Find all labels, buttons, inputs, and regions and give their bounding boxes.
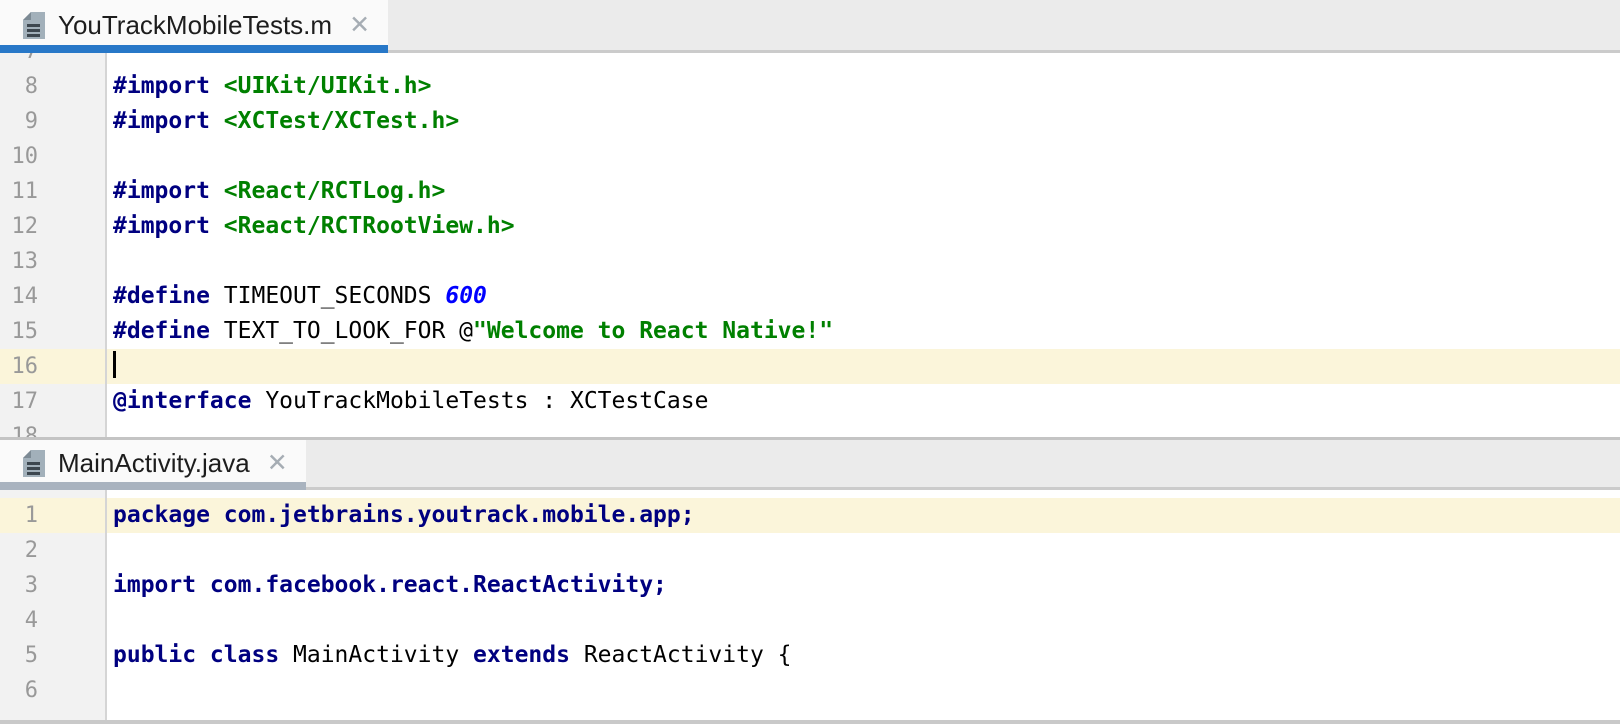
code-line[interactable]: 4 — [0, 603, 1620, 638]
code-token: public class — [113, 642, 293, 668]
code-token: YouTrackMobileTests : XCTestCase — [265, 388, 708, 414]
code-token: <React/RCTLog.h> — [224, 178, 446, 204]
code-token: ReactActivity { — [584, 642, 792, 668]
file-icon — [23, 12, 45, 39]
line-number[interactable]: 10 — [0, 139, 107, 174]
code-line[interactable]: 14#define TIMEOUT_SECONDS 600 — [0, 279, 1620, 314]
editor-tab[interactable]: YouTrackMobileTests.m ✕ — [0, 0, 388, 53]
line-number[interactable]: 14 — [0, 279, 107, 314]
file-icon-lines — [27, 462, 40, 465]
code-text[interactable]: package com.jetbrains.youtrack.mobile.ap… — [107, 498, 1620, 533]
code-text[interactable]: @interface YouTrackMobileTests : XCTestC… — [107, 384, 1620, 419]
code-token: #import — [113, 108, 224, 134]
code-line[interactable]: 11#import <React/RCTLog.h> — [0, 174, 1620, 209]
code-token: MainActivity — [293, 642, 473, 668]
code-text[interactable]: #define TEXT_TO_LOOK_FOR @"Welcome to Re… — [107, 314, 1620, 349]
code-token: #import — [113, 178, 224, 204]
code-text[interactable] — [107, 533, 1620, 568]
code-line[interactable]: 17@interface YouTrackMobileTests : XCTes… — [0, 384, 1620, 419]
tab-title: YouTrackMobileTests.m — [58, 10, 332, 41]
line-number[interactable]: 16 — [0, 349, 107, 384]
line-number[interactable]: 9 — [0, 104, 107, 139]
code-token: <XCTest/XCTest.h> — [224, 108, 459, 134]
pane-splitter[interactable] — [0, 437, 1620, 440]
code-line[interactable]: 1package com.jetbrains.youtrack.mobile.a… — [0, 498, 1620, 533]
window-bottom-edge — [0, 720, 1620, 724]
code-token: 600 — [445, 283, 487, 309]
code-text[interactable]: public class MainActivity extends ReactA… — [107, 638, 1620, 673]
code-line[interactable]: 9#import <XCTest/XCTest.h> — [0, 104, 1620, 139]
code-token: #import — [113, 213, 224, 239]
line-number[interactable]: 17 — [0, 384, 107, 419]
code-token: @interface — [113, 388, 265, 414]
code-line[interactable]: 8#import <UIKit/UIKit.h> — [0, 69, 1620, 104]
text-caret — [113, 351, 116, 378]
line-number[interactable]: 7 — [0, 53, 107, 69]
code-line[interactable]: 6 — [0, 673, 1620, 708]
code-text[interactable]: #import <React/RCTLog.h> — [107, 174, 1620, 209]
line-number[interactable]: 4 — [0, 603, 107, 638]
code-text[interactable] — [107, 53, 1620, 69]
code-token: TIMEOUT_SECONDS — [224, 283, 446, 309]
line-number[interactable]: 6 — [0, 673, 107, 708]
file-icon-lines — [27, 24, 40, 27]
close-icon[interactable]: ✕ — [267, 451, 288, 476]
code-line[interactable]: 2 — [0, 533, 1620, 568]
code-line[interactable]: 7 — [0, 53, 1620, 69]
code-token: package com.jetbrains.youtrack.mobile.ap… — [113, 502, 695, 528]
code-token: <React/RCTRootView.h> — [224, 213, 515, 239]
code-text[interactable]: #import <UIKit/UIKit.h> — [107, 69, 1620, 104]
code-token: #import — [113, 73, 224, 99]
code-text[interactable] — [107, 139, 1620, 174]
code-line[interactable]: 3import com.facebook.react.ReactActivity… — [0, 568, 1620, 603]
close-icon[interactable]: ✕ — [349, 13, 370, 38]
code-lines: 1package com.jetbrains.youtrack.mobile.a… — [0, 498, 1620, 708]
line-number[interactable]: 11 — [0, 174, 107, 209]
code-token: import com.facebook.react.ReactActivity; — [113, 572, 667, 598]
code-text[interactable]: import com.facebook.react.ReactActivity; — [107, 568, 1620, 603]
code-text[interactable]: #define TIMEOUT_SECONDS 600 — [107, 279, 1620, 314]
code-line[interactable]: 12#import <React/RCTRootView.h> — [0, 209, 1620, 244]
code-token: "Welcome to React Native!" — [473, 318, 833, 344]
line-number[interactable]: 2 — [0, 533, 107, 568]
line-number[interactable]: 5 — [0, 638, 107, 673]
active-tab-underline — [0, 482, 306, 490]
active-tab-underline — [0, 45, 388, 53]
file-icon — [23, 450, 45, 477]
code-token: #define — [113, 283, 224, 309]
code-line[interactable]: 10 — [0, 139, 1620, 174]
code-line[interactable]: 15#define TEXT_TO_LOOK_FOR @"Welcome to … — [0, 314, 1620, 349]
tab-title: MainActivity.java — [58, 448, 250, 479]
code-text[interactable]: #import <XCTest/XCTest.h> — [107, 104, 1620, 139]
tab-bar-top: YouTrackMobileTests.m ✕ — [0, 0, 1620, 53]
code-line[interactable]: 18 — [0, 419, 1620, 437]
code-line[interactable]: 5public class MainActivity extends React… — [0, 638, 1620, 673]
editor-tab[interactable]: MainActivity.java ✕ — [0, 440, 306, 490]
editor-pane-bottom: MainActivity.java ✕ 1package com.jetbrai… — [0, 440, 1620, 724]
code-lines: 78#import <UIKit/UIKit.h>9#import <XCTes… — [0, 53, 1620, 437]
line-number[interactable]: 15 — [0, 314, 107, 349]
line-number[interactable]: 12 — [0, 209, 107, 244]
tab-bar-bottom: MainActivity.java ✕ — [0, 440, 1620, 490]
code-token: #define — [113, 318, 224, 344]
code-text[interactable] — [107, 244, 1620, 279]
code-text[interactable]: #import <React/RCTRootView.h> — [107, 209, 1620, 244]
line-number[interactable]: 3 — [0, 568, 107, 603]
editor-pane-top: YouTrackMobileTests.m ✕ 78#import <UIKit… — [0, 0, 1620, 437]
code-line[interactable]: 13 — [0, 244, 1620, 279]
code-token: extends — [473, 642, 584, 668]
code-editor[interactable]: 1package com.jetbrains.youtrack.mobile.a… — [0, 490, 1620, 724]
code-editor[interactable]: 78#import <UIKit/UIKit.h>9#import <XCTes… — [0, 53, 1620, 437]
code-token: TEXT_TO_LOOK_FOR @ — [224, 318, 473, 344]
code-line[interactable]: 16 — [0, 349, 1620, 384]
code-text[interactable] — [107, 419, 1620, 437]
code-text[interactable] — [107, 603, 1620, 638]
line-number[interactable]: 13 — [0, 244, 107, 279]
line-number[interactable]: 18 — [0, 419, 107, 437]
line-number[interactable]: 1 — [0, 498, 107, 533]
code-text[interactable] — [107, 673, 1620, 708]
code-token: <UIKit/UIKit.h> — [224, 73, 432, 99]
line-number[interactable]: 8 — [0, 69, 107, 104]
code-text[interactable] — [107, 349, 1620, 384]
